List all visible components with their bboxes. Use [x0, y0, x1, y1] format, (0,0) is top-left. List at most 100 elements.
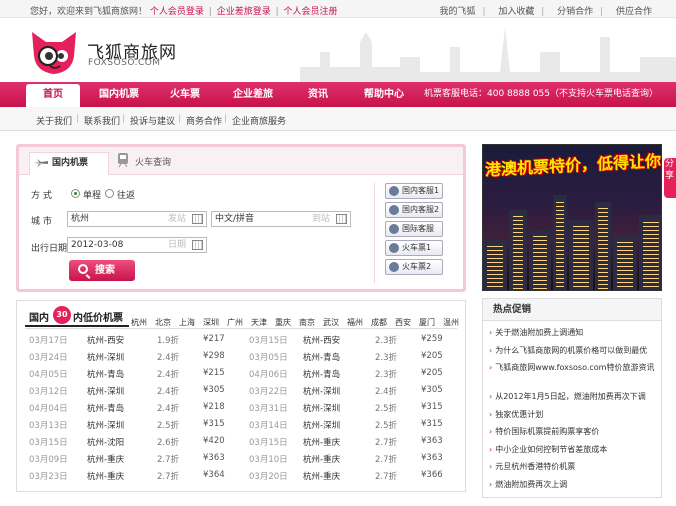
table-row[interactable]: 04月04日 杭州-青岛 2.4折 ¥218 03月31日 杭州-深圳 2.5折 ¥315 — [17, 402, 467, 419]
city-filter-fuzhou[interactable]: 福州 — [347, 317, 363, 328]
hot-promotion-item[interactable]: › 元旦杭州香港特价机票 — [489, 461, 659, 473]
table-row[interactable]: 04月05日 杭州-青岛 2.4折 ¥215 04月06日 杭州-青岛 2.3折 ¥205 — [17, 368, 467, 385]
city-filter-shanghai[interactable]: 上海 — [179, 317, 195, 328]
city-filter-hangzhou[interactable]: 杭州 — [131, 317, 147, 328]
table-row[interactable]: 03月24日 杭州-深圳 2.4折 ¥298 03月05日 杭州-青岛 2.3折 ¥205 — [17, 351, 467, 368]
person-icon — [389, 243, 399, 253]
fare-date: 03月22日 — [249, 387, 288, 397]
nav-domestic-flights[interactable]: 国内机票 — [90, 82, 148, 107]
city-filter-xiamen[interactable]: 厦门 — [419, 317, 435, 328]
separator: | — [275, 7, 279, 17]
subnav-contact[interactable]: 联系我们 — [84, 114, 120, 127]
table-row[interactable]: 03月13日 杭州-深圳 2.5折 ¥315 03月14日 杭州-深圳 2.5折 ¥315 — [17, 419, 467, 436]
to-city-input[interactable]: 中文/拼音 到站 — [211, 211, 351, 227]
city-filter-chongqing[interactable]: 重庆 — [275, 317, 291, 328]
nav-help-center[interactable]: 帮助中心 — [354, 82, 414, 107]
separator: | — [178, 114, 182, 124]
table-row[interactable]: 03月09日 杭州-重庆 2.7折 ¥363 03月10日 杭州-重庆 2.7折 ¥363 — [17, 453, 467, 470]
fare-discount: 2.6折 — [157, 438, 180, 448]
corp-login-link[interactable]: 企业差旅登录 — [217, 7, 271, 17]
promo-banner[interactable]: 港澳机票特价，低得让你心跳 — [482, 144, 662, 291]
nav-news[interactable]: 资讯 — [296, 82, 340, 107]
hot-promotion-item[interactable]: › 中小企业如何控制节省差旅成本 — [489, 444, 659, 456]
subnav-about[interactable]: 关于我们 — [36, 114, 72, 127]
my-foxsoso-link[interactable]: 我的飞狐 — [440, 7, 476, 17]
share-side-tab[interactable]: 分享 — [664, 158, 676, 198]
city-picker-icon[interactable] — [336, 214, 347, 224]
fox-mascot-logo[interactable] — [28, 26, 80, 78]
register-link[interactable]: 个人会员注册 — [284, 7, 338, 17]
fare-discount: 2.4折 — [157, 404, 180, 414]
bullet-icon: › — [489, 479, 493, 489]
hot-promotion-text: 为什么飞狐商旅网的机票价格可以做到最优 — [495, 345, 648, 355]
fare-date: 03月31日 — [249, 404, 288, 414]
tab-train-search[interactable]: 火车查询 — [117, 153, 171, 168]
nav-home[interactable]: 首页 — [26, 84, 80, 107]
tab-domestic-flights[interactable]: 国内机票 — [29, 152, 109, 175]
nav-corporate-travel[interactable]: 企业差旅 — [224, 82, 282, 107]
city-filter-wenzhou[interactable]: 温州 — [443, 317, 459, 328]
hot-promotion-item[interactable]: › 特价国际机票提前购票享客价 — [489, 426, 659, 438]
separator: | — [600, 7, 604, 17]
fare-route: 杭州-深圳 — [87, 387, 125, 397]
date-value: 2012-03-08 — [71, 240, 124, 250]
table-row[interactable]: 03月17日 杭州-西安 1.9折 ¥217 03月15日 杭州-西安 2.3折 ¥259 — [17, 334, 467, 351]
date-hint: 日期 — [167, 240, 186, 250]
fare-discount: 2.3折 — [375, 353, 398, 363]
fare-discount: 2.7折 — [375, 472, 398, 482]
table-row[interactable]: 03月15日 杭州-沈阳 2.6折 ¥420 03月15日 杭州-重庆 2.7折 ¥363 — [17, 436, 467, 453]
fare-route: 杭州-深圳 — [87, 421, 125, 431]
calendar-icon[interactable] — [192, 240, 203, 250]
supply-link[interactable]: 供应合作 — [616, 7, 652, 17]
fare-date: 04月04日 — [29, 404, 68, 414]
hot-promotion-item[interactable]: › 为什么飞狐商旅网的机票价格可以做到最优 — [489, 345, 659, 357]
date-input[interactable]: 2012-03-08 日期 — [67, 237, 207, 253]
separator: | — [122, 114, 126, 124]
fare-price: ¥217 — [203, 334, 225, 344]
fare-price: ¥298 — [203, 351, 225, 361]
from-city-input[interactable]: 杭州 发站 — [67, 211, 207, 227]
city-filter-wuhan[interactable]: 武汉 — [323, 317, 339, 328]
hot-promotion-text: 独家优惠计划 — [495, 409, 544, 419]
city-picker-icon[interactable] — [192, 214, 203, 224]
city-filter-guangzhou[interactable]: 广州 — [227, 317, 243, 328]
hot-promotion-item[interactable]: › 关于燃油附加费上调通知 — [489, 327, 659, 339]
hot-promotion-text: 元旦杭州香港特价机票 — [495, 462, 576, 471]
distribution-link[interactable]: 分销合作 — [557, 7, 593, 17]
fare-date: 04月05日 — [29, 370, 68, 380]
fare-route: 杭州-青岛 — [87, 370, 125, 380]
table-row[interactable]: 03月12日 杭州-深圳 2.4折 ¥305 03月22日 杭州-深圳 2.4折 ¥305 — [17, 385, 467, 402]
fare-route: 杭州-深圳 — [303, 421, 341, 431]
city-filter-nanjing[interactable]: 南京 — [299, 317, 315, 328]
service-button-domestic-2[interactable]: 国内客服2 — [385, 202, 443, 218]
hot-promotion-item[interactable]: › 燃油附加费再次上调 — [489, 479, 659, 491]
subnav-business[interactable]: 商务合作 — [186, 114, 222, 127]
nav-train-tickets[interactable]: 火车票 — [160, 82, 210, 107]
search-button[interactable]: 搜索 — [69, 260, 135, 281]
member-login-link[interactable]: 个人会员登录 — [150, 7, 204, 17]
service-button-train-1[interactable]: 火车票1 — [385, 240, 443, 256]
hot-promotion-item[interactable]: › 从2012年1月5日起，燃油附加费再次下调 — [489, 391, 659, 403]
subnav-corp-service[interactable]: 企业商旅服务 — [232, 114, 286, 127]
table-row[interactable]: 03月23日 杭州-重庆 2.7折 ¥364 03月20日 杭州-重庆 2.7折 ¥366 — [17, 470, 467, 487]
separator: | — [224, 114, 228, 124]
service-button-international[interactable]: 国际客服 — [385, 221, 443, 237]
city-filter-shenzhen[interactable]: 深圳 — [203, 317, 219, 328]
city-filter-tianjin[interactable]: 天津 — [251, 317, 267, 328]
city-filter-beijing[interactable]: 北京 — [155, 317, 171, 328]
fare-discount: 2.3折 — [375, 370, 398, 380]
service-button-train-2[interactable]: 火车票2 — [385, 259, 443, 275]
service-button-domestic-1[interactable]: 国内客服1 — [385, 183, 443, 199]
roundtrip-radio[interactable] — [105, 189, 114, 198]
separator: | — [541, 7, 545, 17]
oneway-radio[interactable] — [71, 189, 80, 198]
city-filter-chengdu[interactable]: 成都 — [371, 317, 387, 328]
hot-promotion-item[interactable]: › 飞狐商旅网www.foxsoso.com特价旅游资讯 — [489, 362, 659, 374]
hot-promotion-item[interactable]: › 独家优惠计划 — [489, 409, 659, 421]
subnav-complaints[interactable]: 投诉与建议 — [130, 114, 175, 127]
city-filter-xian[interactable]: 西安 — [395, 317, 411, 328]
favorites-link[interactable]: 加入收藏 — [498, 7, 534, 17]
welcome-text: 您好，欢迎来到飞狐商旅网！ — [30, 7, 148, 17]
fare-route: 杭州-西安 — [87, 336, 125, 346]
fare-price: ¥305 — [421, 385, 443, 395]
